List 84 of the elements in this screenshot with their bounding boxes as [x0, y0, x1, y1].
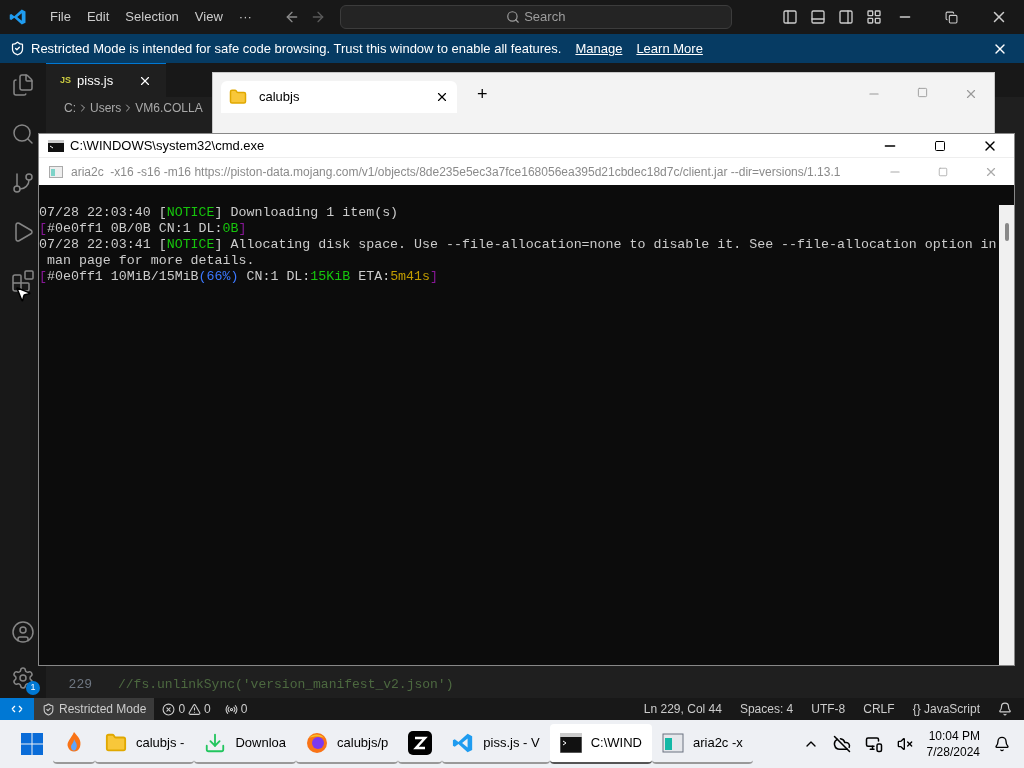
- code-editor-icon: [452, 732, 475, 754]
- status-item[interactable]: CRLF: [863, 700, 895, 718]
- window-icon: [661, 732, 684, 754]
- window-icon: [49, 165, 63, 178]
- menu-item[interactable]: File: [42, 5, 79, 29]
- error-icon: [162, 702, 176, 716]
- status-item[interactable]: Ln 229, Col 44: [643, 700, 722, 718]
- search-icon[interactable]: [11, 122, 35, 146]
- extensions-icon[interactable]: [11, 269, 35, 293]
- download-icon: [204, 732, 227, 754]
- code-line: //fs.unlinkSync('version_manifest_v2.json'): [118, 675, 454, 694]
- folder-icon: [105, 732, 127, 754]
- remote-icon: [11, 703, 23, 715]
- taskbar-button[interactable]: calubjs/p: [296, 724, 399, 764]
- files-icon[interactable]: [11, 73, 35, 97]
- shield-icon: [42, 702, 55, 716]
- breadcrumb-item[interactable]: C:: [64, 98, 76, 117]
- notifications-icon[interactable]: [998, 702, 1012, 716]
- window-title: C:\WINDOWS\system32\cmd.exe: [70, 136, 265, 155]
- search-icon: [506, 10, 521, 24]
- start-icon[interactable]: [21, 733, 43, 755]
- status-item[interactable]: UTF-8: [811, 700, 846, 718]
- editor-tab[interactable]: JS piss.js: [46, 63, 166, 97]
- layout-icon[interactable]: [865, 9, 882, 25]
- taskbar-button[interactable]: Downloa: [194, 724, 296, 764]
- inner-window-title: aria2c -x16 -s16 -m16 https://piston-data.mojang.com/v1/objects/8de235e5ec3a7fce168056ea395d21cbdec18d7c/client.jar --dir=versions/1.13.1: [71, 163, 841, 181]
- banner-link[interactable]: Learn More: [636, 38, 703, 59]
- search-placeholder: Search: [524, 8, 566, 27]
- cloud-off-icon[interactable]: [832, 735, 851, 753]
- explorer-tab[interactable]: calubjs: [221, 81, 457, 113]
- code-editor-logo-icon: [9, 8, 27, 26]
- breadcrumb-item[interactable]: VM6.COLLA: [135, 98, 203, 117]
- warning-icon: [188, 702, 202, 716]
- browser-icon: [306, 732, 328, 754]
- toggle-sidebar-icon[interactable]: [781, 9, 798, 25]
- clock-date: 7/28/2024: [926, 744, 980, 760]
- menu-item[interactable]: Edit: [78, 5, 118, 29]
- ports-status[interactable]: 0: [218, 700, 254, 718]
- restricted-mode-status[interactable]: Restricted Mode: [34, 698, 155, 720]
- close-icon[interactable]: [435, 90, 449, 104]
- account-icon[interactable]: [11, 620, 35, 644]
- console-line: 07/28 22:03:40 [NOTICE] Downloading 1 item(s): [39, 205, 400, 221]
- restore-icon[interactable]: [945, 10, 958, 24]
- menu-item[interactable]: ···: [230, 5, 260, 29]
- z-app-icon: [408, 731, 433, 755]
- mouse-pointer-icon: [14, 285, 32, 303]
- menu-item[interactable]: Selection: [117, 5, 187, 29]
- console-line: man page for more details.: [45, 253, 256, 269]
- notifications-icon[interactable]: [994, 736, 1010, 752]
- console-line: [#0e0ff1 10MiB/15MiB(66%) CN:1 DL:15KiB ETA:5m41s]: [39, 269, 440, 285]
- maximize-icon[interactable]: [934, 139, 946, 152]
- command-search-field[interactable]: Search: [339, 5, 732, 29]
- taskbar-button[interactable]: C:\WIND: [549, 724, 652, 764]
- banner-message: Restricted Mode is intended for safe code browsing. Trust this window to enable all features.: [31, 39, 562, 58]
- notification-badge: 1: [26, 681, 40, 695]
- antenna-icon: [224, 702, 238, 716]
- taskbar-button[interactable]: aria2c -x: [651, 724, 753, 764]
- taskbar-button[interactable]: piss.js - V: [442, 724, 550, 764]
- toggle-secondary-sidebar-icon[interactable]: [837, 9, 854, 25]
- terminal-icon: [559, 733, 582, 753]
- settings-icon[interactable]: [11, 666, 35, 690]
- breadcrumb-item[interactable]: Users: [90, 98, 122, 117]
- speaker-muted-icon[interactable]: [896, 736, 913, 752]
- status-item[interactable]: Spaces: 4: [739, 700, 794, 718]
- monitor-icon[interactable]: [864, 735, 883, 753]
- folder-icon: [229, 88, 247, 106]
- clock[interactable]: 10:04 PM 7/28/2024: [926, 728, 980, 760]
- line-number: 229: [67, 675, 92, 694]
- banner-link[interactable]: Manage: [575, 38, 623, 59]
- shield-icon: [10, 41, 25, 56]
- taskbar-button[interactable]: calubjs -: [95, 724, 195, 764]
- menu-item[interactable]: View: [186, 5, 231, 29]
- clock-time: 10:04 PM: [928, 728, 980, 744]
- tab-label: calubjs: [259, 88, 300, 107]
- tab-label: piss.js: [77, 71, 114, 90]
- status-item[interactable]: {} JavaScript: [912, 700, 980, 718]
- console-line: [#0e0ff1 0B/0B CN:1 DL:0B]: [39, 221, 248, 237]
- terminal-icon: [48, 139, 64, 152]
- file-type-label: JS: [60, 73, 71, 87]
- console-line: 07/28 22:03:41 [NOTICE] Allocating disk space. Use --file-allocation=none to disable it. See --file-allocation option in: [39, 237, 998, 253]
- problems-status[interactable]: 0 0: [154, 700, 219, 718]
- new-tab-button[interactable]: +: [477, 85, 488, 103]
- toggle-panel-icon[interactable]: [809, 9, 826, 25]
- source-control-icon[interactable]: [11, 171, 35, 195]
